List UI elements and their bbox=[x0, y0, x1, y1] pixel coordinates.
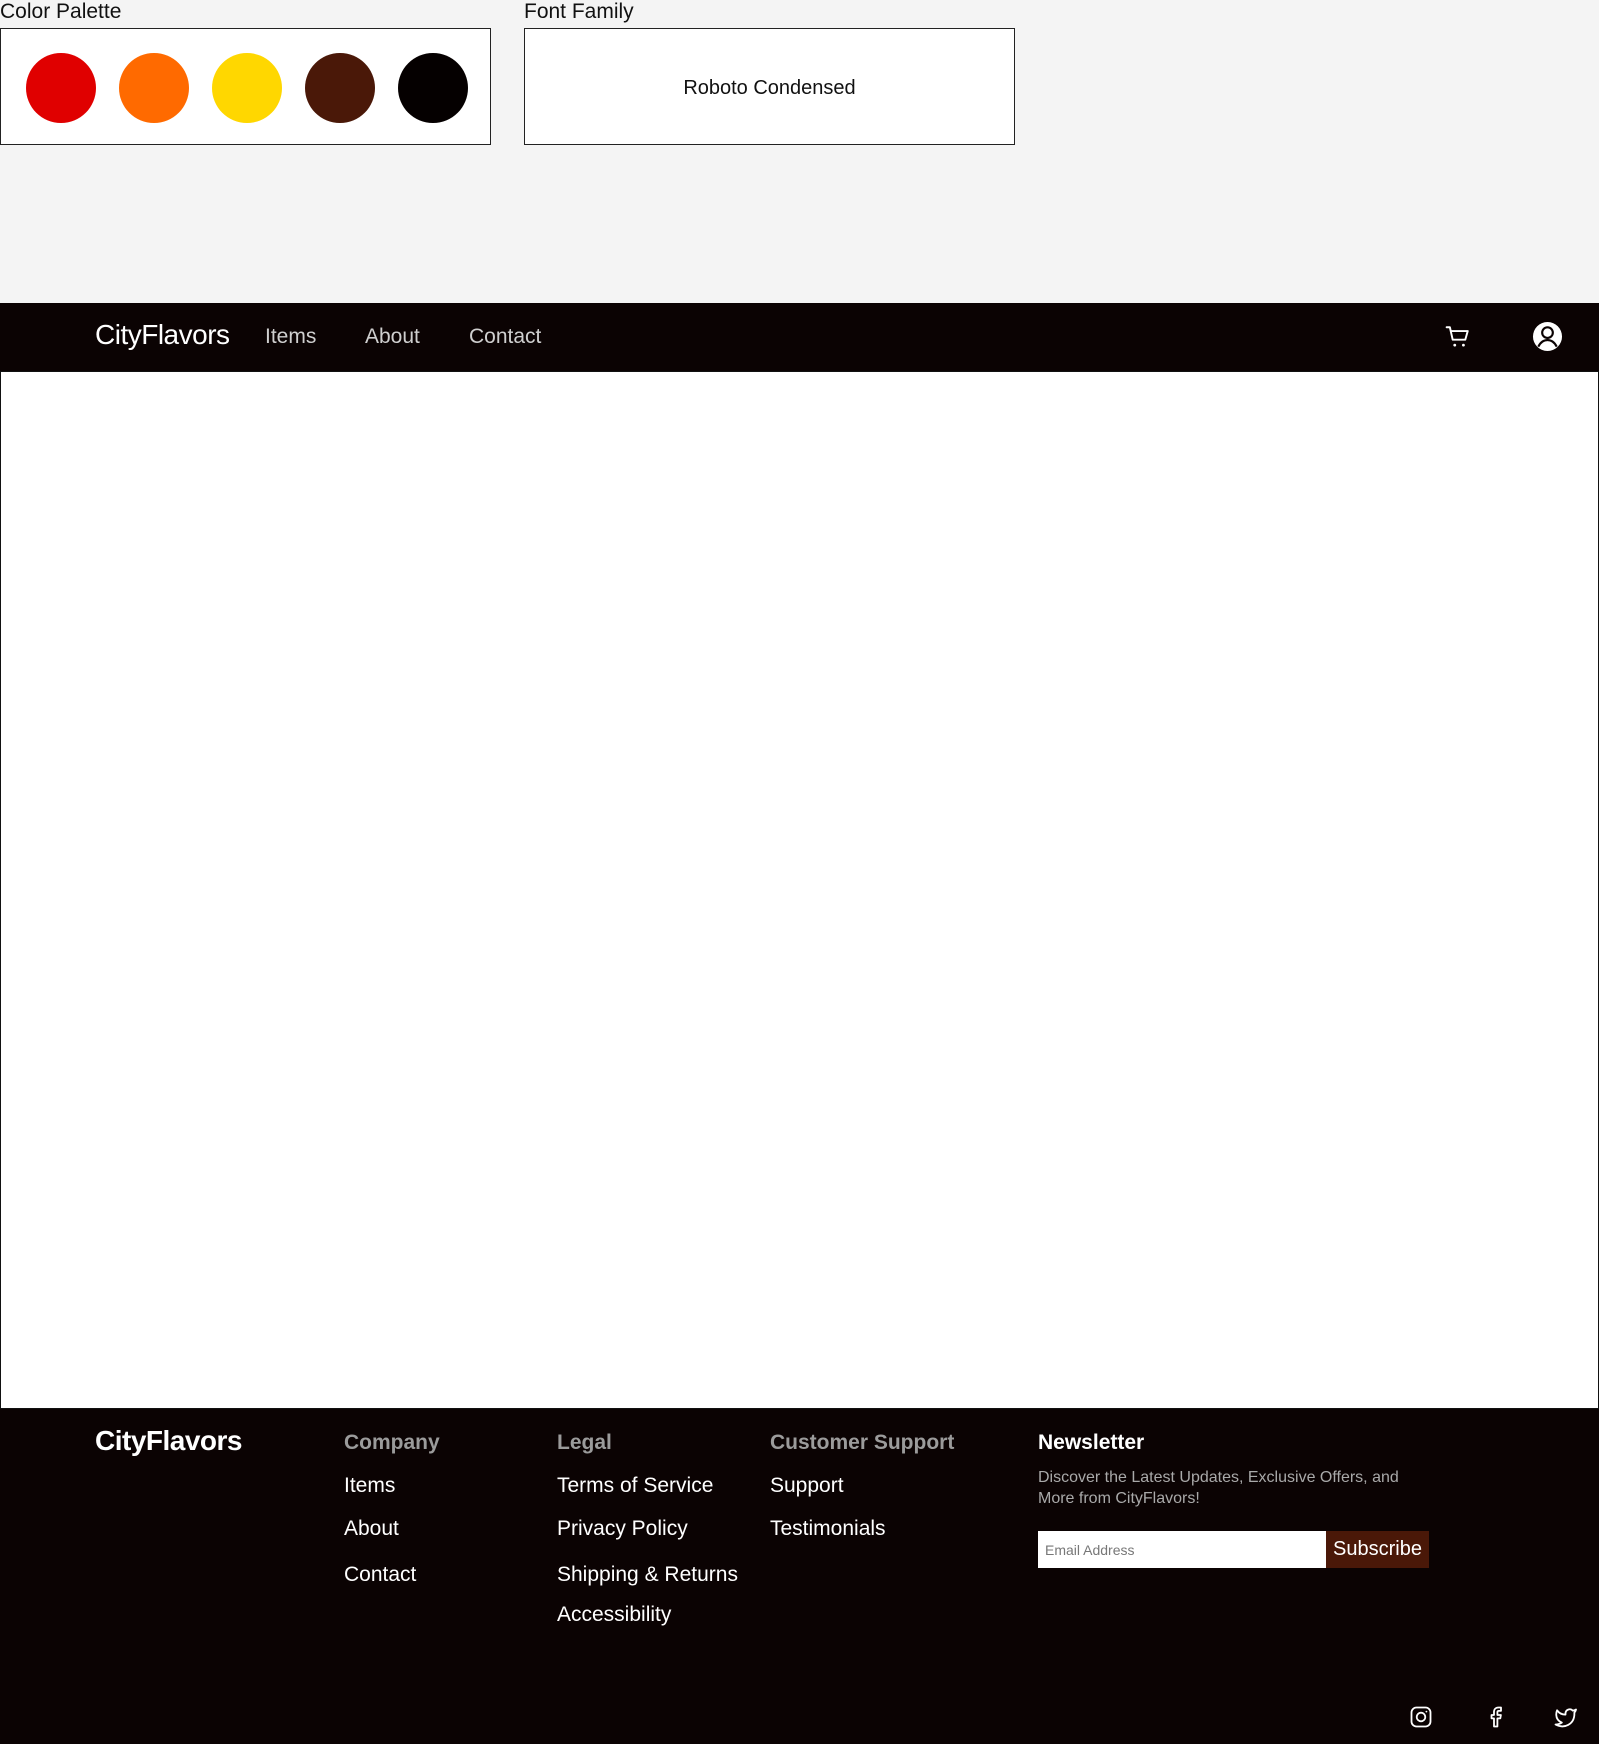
footer-link-terms[interactable]: Terms of Service bbox=[557, 1474, 713, 1498]
footer-link-contact[interactable]: Contact bbox=[344, 1563, 416, 1587]
newsletter-email-input[interactable] bbox=[1038, 1531, 1326, 1568]
color-swatch bbox=[398, 53, 468, 123]
color-swatch bbox=[212, 53, 282, 123]
nav-link-items[interactable]: Items bbox=[265, 325, 316, 349]
color-palette-box bbox=[0, 28, 491, 145]
nav-link-about[interactable]: About bbox=[365, 325, 420, 349]
newsletter-description: Discover the Latest Updates, Exclusive O… bbox=[1038, 1469, 1399, 1507]
twitter-icon[interactable] bbox=[1553, 1705, 1578, 1734]
font-sample-text: Roboto Condensed bbox=[683, 77, 856, 99]
color-swatch bbox=[305, 53, 375, 123]
facebook-icon[interactable] bbox=[1484, 1705, 1508, 1734]
footer-link-privacy[interactable]: Privacy Policy bbox=[557, 1517, 688, 1541]
footer-heading-support: Customer Support bbox=[770, 1431, 955, 1454]
color-swatch bbox=[26, 53, 96, 123]
color-swatch bbox=[119, 53, 189, 123]
instagram-icon[interactable] bbox=[1409, 1705, 1433, 1734]
footer: CityFlavors Company Items About Contact … bbox=[0, 1409, 1599, 1744]
footer-link-about[interactable]: About bbox=[344, 1517, 399, 1541]
color-palette-label: Color Palette bbox=[0, 0, 122, 23]
newsletter-heading: Newsletter bbox=[1038, 1431, 1145, 1454]
font-family-box: Roboto Condensed bbox=[524, 28, 1015, 145]
footer-brand-logo[interactable]: CityFlavors bbox=[95, 1425, 243, 1457]
font-family-label: Font Family bbox=[524, 0, 634, 23]
cart-icon[interactable] bbox=[1445, 324, 1471, 355]
footer-heading-legal: Legal bbox=[557, 1431, 612, 1454]
user-icon[interactable] bbox=[1532, 321, 1563, 357]
footer-link-support[interactable]: Support bbox=[770, 1474, 844, 1498]
nav-link-contact[interactable]: Contact bbox=[469, 325, 541, 349]
subscribe-button[interactable]: Subscribe bbox=[1326, 1531, 1429, 1568]
footer-link-accessibility[interactable]: Accessibility bbox=[557, 1603, 671, 1627]
footer-link-items[interactable]: Items bbox=[344, 1474, 395, 1498]
nav-brand-logo[interactable]: CityFlavors bbox=[95, 319, 230, 351]
footer-link-shipping[interactable]: Shipping & Returns bbox=[557, 1563, 738, 1587]
main-content-area bbox=[0, 371, 1599, 1409]
navbar: CityFlavors Items About Contact bbox=[0, 303, 1599, 371]
footer-link-testimonials[interactable]: Testimonials bbox=[770, 1517, 886, 1541]
footer-heading-company: Company bbox=[344, 1431, 440, 1454]
